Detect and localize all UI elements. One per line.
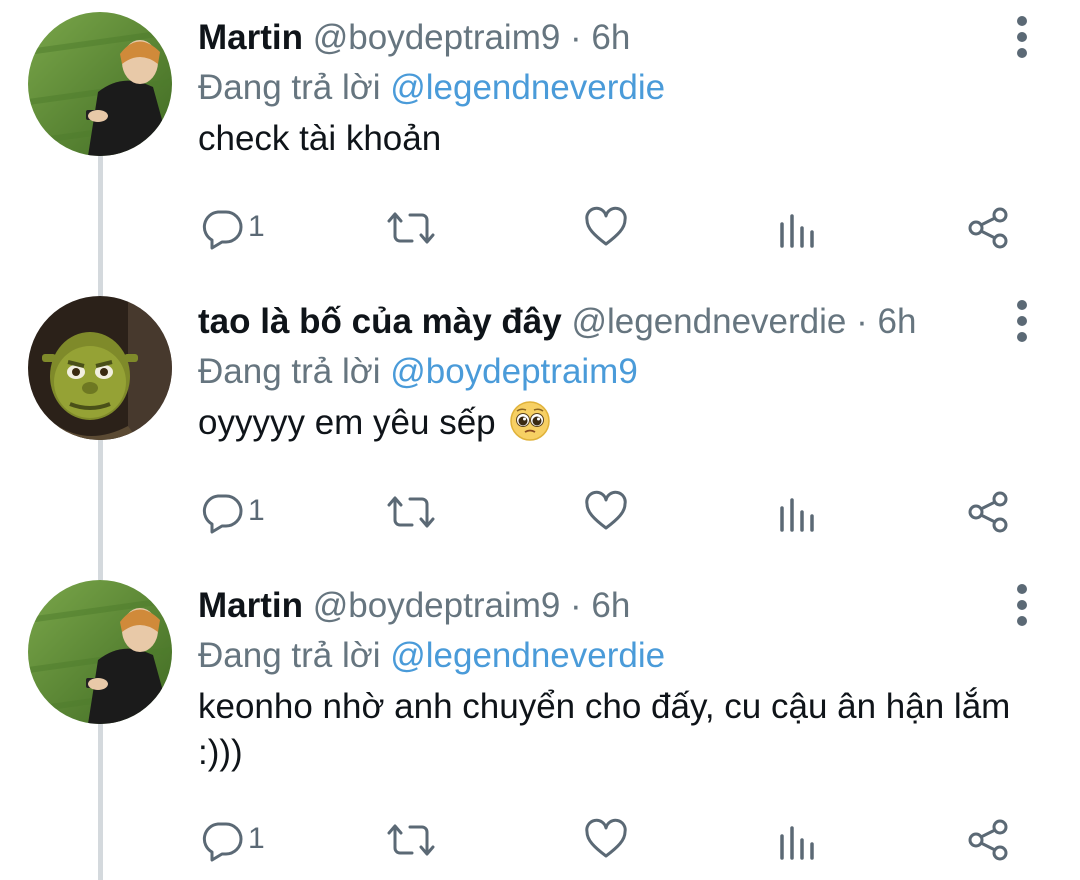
like-button[interactable] bbox=[584, 206, 628, 250]
reply-count: 1 bbox=[248, 822, 265, 855]
tweet-text: oyyyyy em yêu sếp bbox=[198, 403, 496, 442]
like-button[interactable] bbox=[584, 818, 628, 862]
avatar[interactable] bbox=[28, 12, 172, 156]
share-icon bbox=[966, 490, 1012, 534]
stats-button[interactable] bbox=[778, 490, 818, 534]
share-icon bbox=[966, 206, 1012, 250]
reply-button[interactable]: 1 bbox=[200, 490, 280, 534]
reply-icon bbox=[200, 818, 280, 862]
pleading-face-emoji bbox=[509, 400, 551, 442]
tweet-text: check tài khoản bbox=[198, 119, 442, 158]
like-button[interactable] bbox=[584, 490, 628, 534]
handle-time: @boydeptraim9 · 6h bbox=[312, 586, 631, 625]
reply-count: 1 bbox=[248, 210, 265, 243]
action-bar: 1 bbox=[0, 206, 1080, 250]
retweet-icon bbox=[386, 206, 436, 250]
reply-icon bbox=[200, 206, 280, 250]
reply-count: 1 bbox=[248, 494, 265, 527]
handle-time: @legendneverdie · 6h bbox=[571, 302, 917, 341]
share-button[interactable] bbox=[966, 206, 1012, 250]
reply-prefix: Đang trả lời bbox=[198, 68, 381, 107]
action-bar: 1 bbox=[0, 490, 1080, 534]
retweet-button[interactable] bbox=[386, 206, 436, 250]
reply-button[interactable]: 1 bbox=[200, 206, 280, 250]
replying-to: Đang trả lời @legendneverdie bbox=[198, 636, 665, 676]
share-button[interactable] bbox=[966, 490, 1012, 534]
replying-to: Đang trả lời @boydeptraim9 bbox=[198, 352, 638, 392]
tweet[interactable]: tao là bố của mày đây @legendneverdie · … bbox=[0, 284, 1080, 568]
reply-button[interactable]: 1 bbox=[200, 818, 280, 862]
replying-to: Đang trả lời @legendneverdie bbox=[198, 68, 665, 108]
reply-prefix: Đang trả lời bbox=[198, 636, 381, 675]
like-icon bbox=[584, 206, 628, 250]
share-button[interactable] bbox=[966, 818, 1012, 862]
share-icon bbox=[966, 818, 1012, 862]
tweet-header: tao là bố của mày đây @legendneverdie · … bbox=[198, 302, 916, 342]
tweet-header: Martin @boydeptraim9 · 6h bbox=[198, 586, 630, 626]
stats-icon bbox=[778, 206, 818, 250]
avatar[interactable] bbox=[28, 580, 172, 724]
reply-icon bbox=[200, 490, 280, 534]
more-icon[interactable] bbox=[1010, 584, 1034, 626]
tweet[interactable]: Martin @boydeptraim9 · 6h Đang trả lời @… bbox=[0, 0, 1080, 284]
action-bar: 1 bbox=[0, 818, 1080, 862]
tweet-header: Martin @boydeptraim9 · 6h bbox=[198, 18, 630, 58]
like-icon bbox=[584, 818, 628, 862]
mention-link[interactable]: @legendneverdie bbox=[390, 68, 665, 107]
like-icon bbox=[584, 490, 628, 534]
retweet-button[interactable] bbox=[386, 490, 436, 534]
more-icon[interactable] bbox=[1010, 300, 1034, 342]
handle-time: @boydeptraim9 · 6h bbox=[312, 18, 631, 57]
stats-icon bbox=[778, 490, 818, 534]
display-name[interactable]: Martin bbox=[198, 586, 303, 625]
mention-link[interactable]: @legendneverdie bbox=[390, 636, 665, 675]
display-name[interactable]: tao là bố của mày đây bbox=[198, 302, 562, 341]
retweet-icon bbox=[386, 490, 436, 534]
reply-prefix: Đang trả lời bbox=[198, 352, 381, 391]
retweet-button[interactable] bbox=[386, 818, 436, 862]
display-name[interactable]: Martin bbox=[198, 18, 303, 57]
tweet-text: keonho nhờ anh chuyển cho đấy, cu cậu ân… bbox=[198, 687, 1011, 772]
stats-icon bbox=[778, 818, 818, 862]
avatar[interactable] bbox=[28, 296, 172, 440]
tweet[interactable]: Martin @boydeptraim9 · 6h Đang trả lời @… bbox=[0, 568, 1080, 880]
stats-button[interactable] bbox=[778, 206, 818, 250]
more-icon[interactable] bbox=[1010, 16, 1034, 58]
mention-link[interactable]: @boydeptraim9 bbox=[390, 352, 638, 391]
retweet-icon bbox=[386, 818, 436, 862]
tweet-text-block: oyyyyy em yêu sếp bbox=[198, 400, 1038, 446]
stats-button[interactable] bbox=[778, 818, 818, 862]
